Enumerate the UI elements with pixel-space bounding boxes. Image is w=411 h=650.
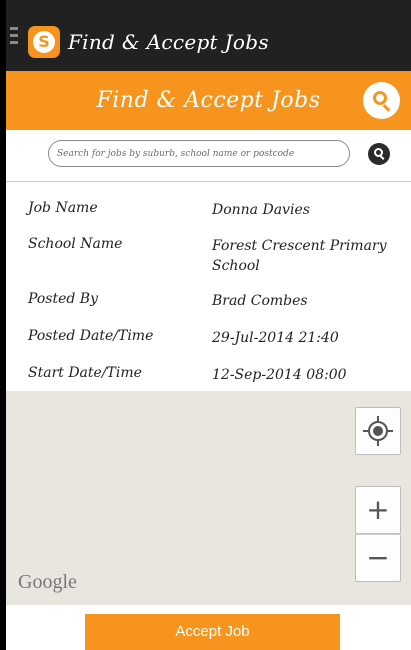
action-bar: S Find & Accept Jobs (6, 0, 411, 71)
app-logo-icon[interactable]: S (28, 26, 60, 58)
detail-label: Posted Date/Time (28, 328, 154, 344)
detail-value: 29-Jul-2014 21:40 (212, 330, 339, 346)
job-details: Job Name Donna Davies School Name Forest… (6, 183, 411, 391)
header-search-button[interactable] (363, 82, 400, 119)
detail-label: Job Name (28, 200, 98, 216)
zoom-out-button[interactable]: − (355, 534, 401, 582)
search-submit-button[interactable] (368, 143, 390, 165)
app-screen: S Find & Accept Jobs Find & Accept Jobs … (6, 0, 411, 650)
search-input[interactable] (48, 140, 350, 167)
search-bar (6, 130, 411, 182)
zoom-in-icon: + (366, 493, 390, 526)
detail-value: Brad Combes (212, 293, 308, 309)
map-view[interactable]: + − Google (6, 391, 411, 605)
detail-value: 12-Sep-2014 08:00 (212, 367, 347, 383)
detail-value: Forest Crescent Primary School (212, 238, 387, 274)
menu-icon[interactable] (10, 27, 18, 51)
detail-label: School Name (28, 236, 123, 252)
zoom-out-icon: − (366, 541, 390, 574)
page-header: Find & Accept Jobs (6, 71, 411, 130)
detail-label: Start Date/Time (28, 365, 142, 381)
google-logo: Google (18, 571, 77, 593)
detail-value: Donna Davies (212, 202, 310, 218)
app-title: Find & Accept Jobs (68, 30, 269, 54)
app-logo-letter: S (33, 31, 55, 53)
zoom-in-button[interactable]: + (355, 486, 401, 534)
search-icon (373, 91, 387, 105)
accept-job-button[interactable]: Accept Job (85, 614, 340, 650)
page-title: Find & Accept Jobs (96, 88, 321, 113)
detail-label: Posted By (28, 291, 98, 307)
bottom-bar: Accept Job (6, 605, 411, 650)
my-location-button[interactable] (355, 407, 401, 455)
